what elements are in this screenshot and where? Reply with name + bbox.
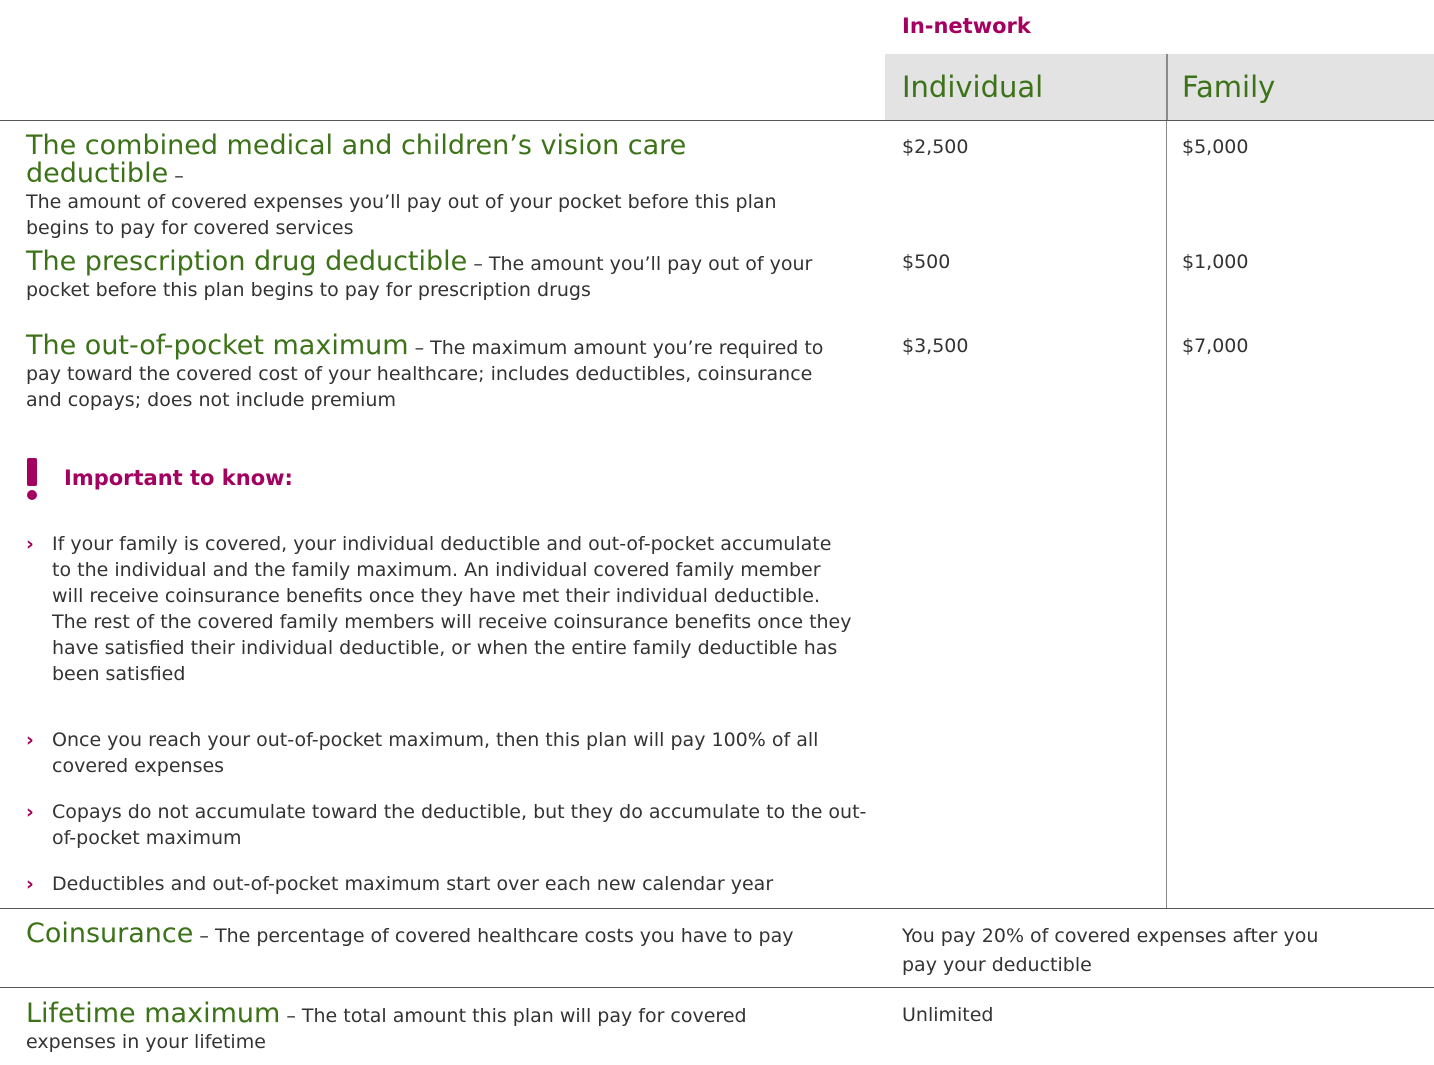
- row-rule: [0, 987, 1434, 988]
- row-description: The amount of covered expenses you’ll pa…: [26, 191, 777, 239]
- row-term: The out-of-pocket maximum: [26, 330, 409, 361]
- column-divider: [1166, 120, 1167, 908]
- section-rule: [0, 908, 1434, 909]
- chevron-right-icon: ›: [26, 873, 34, 895]
- row-term: Lifetime maximum: [26, 998, 281, 1029]
- lifetime-value: Unlimited: [902, 1004, 994, 1026]
- rx-deductible-row: The prescription drug deductible – The a…: [26, 246, 816, 303]
- individual-value: $500: [902, 251, 951, 273]
- family-value: $1,000: [1182, 251, 1249, 273]
- row-term: The combined medical and children’s visi…: [26, 130, 687, 189]
- coinsurance-row: Coinsurance – The percentage of covered …: [26, 918, 866, 949]
- individual-value: $2,500: [902, 136, 969, 158]
- family-value: $5,000: [1182, 136, 1249, 158]
- chevron-right-icon: ›: [26, 729, 34, 751]
- important-item: › If your family is covered, your indivi…: [26, 531, 876, 687]
- row-dash: –: [168, 165, 184, 187]
- important-item: › Copays do not accumulate toward the de…: [26, 799, 876, 851]
- in-network-heading: In-network: [902, 14, 1031, 38]
- important-item: › Once you reach your out-of-pocket maxi…: [26, 727, 876, 779]
- header-rule: [0, 120, 1434, 121]
- individual-column-header: Individual: [902, 70, 1044, 104]
- oop-maximum-row: The out-of-pocket maximum – The maximum …: [26, 330, 826, 413]
- chevron-right-icon: ›: [26, 533, 34, 555]
- individual-value: $3,500: [902, 335, 969, 357]
- important-item: › Deductibles and out-of-pocket maximum …: [26, 871, 876, 897]
- important-item-text: Deductibles and out-of-pocket maximum st…: [52, 873, 774, 895]
- row-term: Coinsurance: [26, 918, 194, 949]
- important-item-text: Once you reach your out-of-pocket maximu…: [52, 729, 819, 777]
- chevron-right-icon: ›: [26, 801, 34, 823]
- family-value: $7,000: [1182, 335, 1249, 357]
- lifetime-maximum-row: Lifetime maximum – The total amount this…: [26, 998, 826, 1055]
- important-heading: Important to know:: [64, 466, 293, 490]
- important-item-text: Copays do not accumulate toward the dedu…: [52, 801, 867, 849]
- row-term: The prescription drug deductible: [26, 246, 468, 277]
- exclamation-icon: [27, 458, 37, 500]
- deductible-row: The combined medical and children’s visi…: [26, 130, 806, 241]
- family-column-header: Family: [1182, 70, 1276, 104]
- header-divider: [1166, 54, 1168, 120]
- row-description: – The percentage of covered healthcare c…: [193, 925, 794, 947]
- important-item-text: If your family is covered, your individu…: [52, 533, 852, 685]
- coinsurance-value: You pay 20% of covered expenses after yo…: [902, 925, 1319, 976]
